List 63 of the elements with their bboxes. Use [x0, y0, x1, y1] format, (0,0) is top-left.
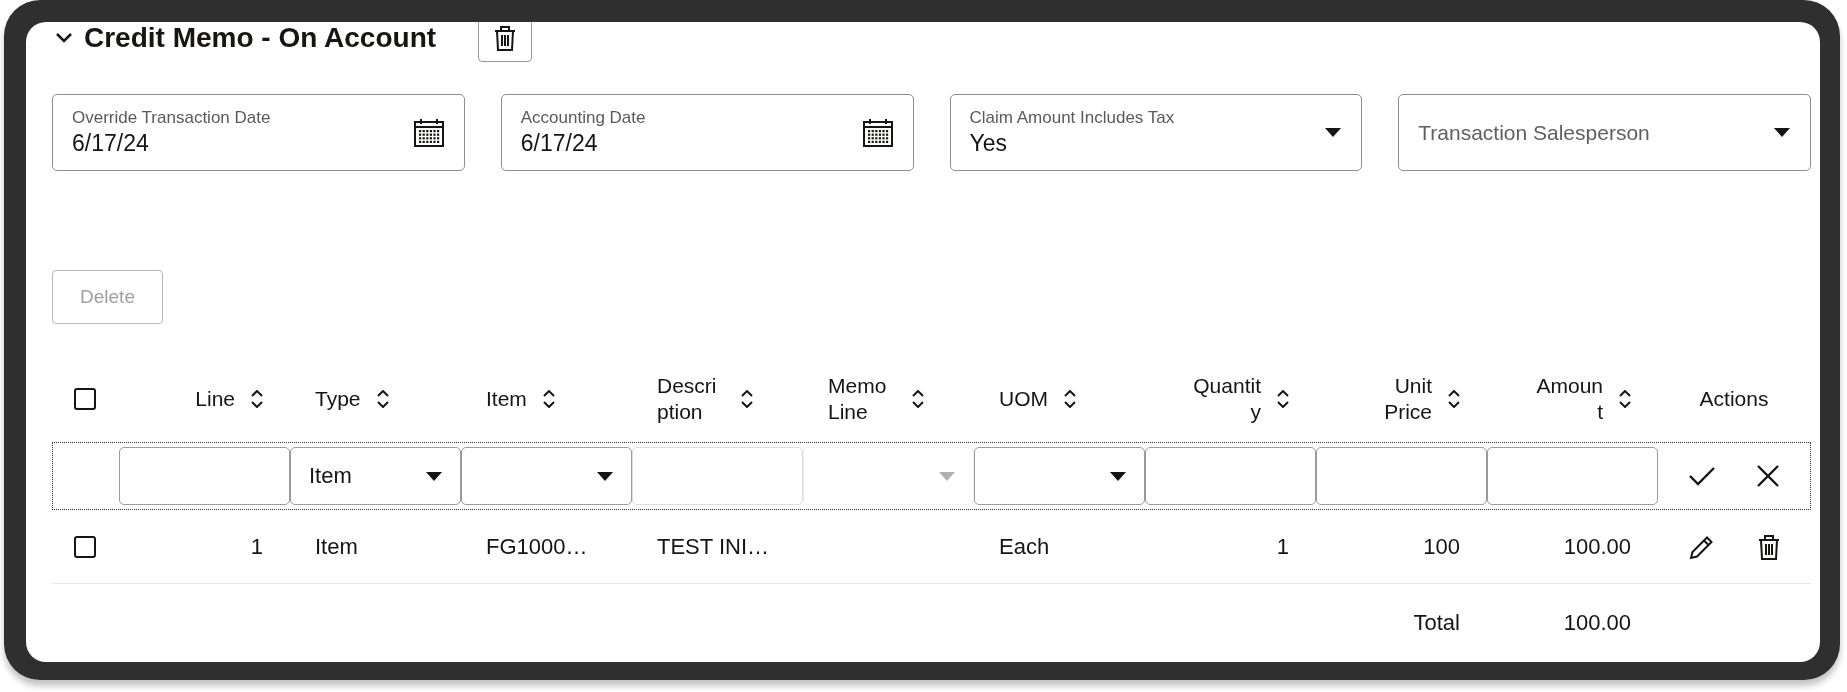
dropdown-field[interactable]: Transaction Salesperson [1398, 94, 1811, 171]
table-cell: 1 [1276, 533, 1289, 560]
text-input[interactable] [1145, 447, 1316, 505]
column-header[interactable]: Type [315, 385, 389, 413]
caret-down-icon [597, 471, 613, 481]
total-label: Total [1413, 609, 1460, 636]
column-header[interactable]: UOM [999, 385, 1076, 413]
table-cell: Each [999, 533, 1050, 560]
caret-down-icon [1110, 471, 1126, 481]
field-label: Accounting Date [520, 108, 647, 128]
field-value: 6/17/24 [520, 130, 599, 157]
calendar-icon[interactable] [862, 117, 893, 148]
sort-icon [1448, 390, 1460, 408]
column-header[interactable]: Description [657, 372, 753, 426]
check-icon [1689, 466, 1715, 486]
placeholder-input[interactable]: Transaction Salesperson [1418, 120, 1774, 145]
text-input[interactable] [119, 447, 290, 505]
checkbox[interactable] [74, 388, 96, 410]
sort-icon [1619, 390, 1631, 408]
table-cell: FG1000… [486, 533, 588, 560]
table-cell: Item [315, 533, 358, 560]
section-title: Credit Memo - On Account [84, 22, 437, 54]
column-header[interactable]: Unit Price [1364, 372, 1460, 426]
caret-down-icon [1774, 128, 1790, 137]
text-input[interactable] [1316, 447, 1487, 505]
date-field[interactable]: Override Transaction Date 6/17/24 [52, 94, 465, 171]
sort-icon [912, 390, 924, 408]
text-input[interactable] [1487, 447, 1658, 505]
date-field[interactable]: Accounting Date 6/17/24 [500, 94, 914, 171]
caret-down-icon [1325, 128, 1342, 137]
column-header[interactable]: Quantity [1193, 372, 1289, 426]
close-icon [1757, 465, 1779, 487]
trash-icon[interactable] [494, 25, 517, 51]
table-cell: 100.00 [1563, 533, 1631, 560]
sort-icon [1277, 390, 1289, 408]
column-header: Actions [1699, 387, 1769, 411]
field-label: Override Transaction Date [72, 108, 272, 128]
column-header[interactable]: Item [486, 385, 555, 413]
sort-icon [542, 390, 555, 408]
field-value: Yes [969, 130, 1009, 157]
sort-icon [376, 390, 389, 408]
delete-section-button[interactable] [478, 22, 533, 62]
dropdown[interactable] [461, 447, 632, 505]
column-header[interactable]: Memo Line [828, 372, 924, 426]
sort-icon [741, 390, 753, 408]
table-cell: 100 [1423, 533, 1460, 560]
total-value: 100.00 [1563, 609, 1631, 636]
column-header[interactable]: Amount [1535, 372, 1631, 426]
table-cell: 1 [250, 533, 263, 560]
table-cell: TEST INI… [657, 533, 770, 560]
calendar-icon[interactable] [413, 117, 444, 148]
dropdown[interactable] [974, 447, 1145, 505]
sort-icon [1064, 390, 1076, 408]
checkbox[interactable] [74, 535, 96, 558]
caret-down-icon [939, 471, 955, 481]
field-value: 6/17/24 [72, 130, 150, 157]
dropdown-field[interactable]: Claim Amount Includes Tax Yes [949, 94, 1363, 171]
column-header[interactable]: Line [195, 385, 263, 413]
field-label: Claim Amount Includes Tax [969, 108, 1176, 128]
caret-down-icon [426, 471, 442, 481]
dropdown[interactable]: Item [290, 447, 461, 505]
sort-icon [251, 390, 263, 408]
trash-icon[interactable] [1757, 533, 1780, 560]
